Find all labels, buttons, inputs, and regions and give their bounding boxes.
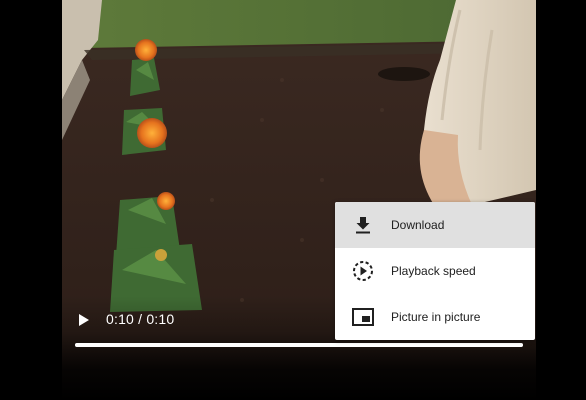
time-display: 0:10 / 0:10: [106, 311, 175, 327]
progress-bar[interactable]: [75, 343, 523, 347]
playback-speed-icon: [351, 259, 375, 283]
menu-item-playback-speed[interactable]: Playback speed: [335, 248, 535, 294]
video-player: 0:10 / 0:10 Download Playback speed Pict…: [0, 0, 586, 400]
menu-item-picture-in-picture[interactable]: Picture in picture: [335, 294, 535, 340]
overflow-menu: Download Playback speed Picture in pictu…: [335, 202, 535, 340]
menu-item-label: Playback speed: [391, 264, 476, 278]
picture-in-picture-icon: [351, 305, 375, 329]
menu-item-download[interactable]: Download: [335, 202, 535, 248]
letterbox-left: [0, 0, 62, 400]
menu-item-label: Picture in picture: [391, 310, 481, 324]
play-button[interactable]: [73, 309, 95, 331]
letterbox-right: [536, 0, 586, 400]
play-icon: [79, 314, 89, 326]
download-icon: [351, 213, 375, 237]
menu-item-label: Download: [391, 218, 445, 232]
progress-fill: [75, 343, 523, 347]
